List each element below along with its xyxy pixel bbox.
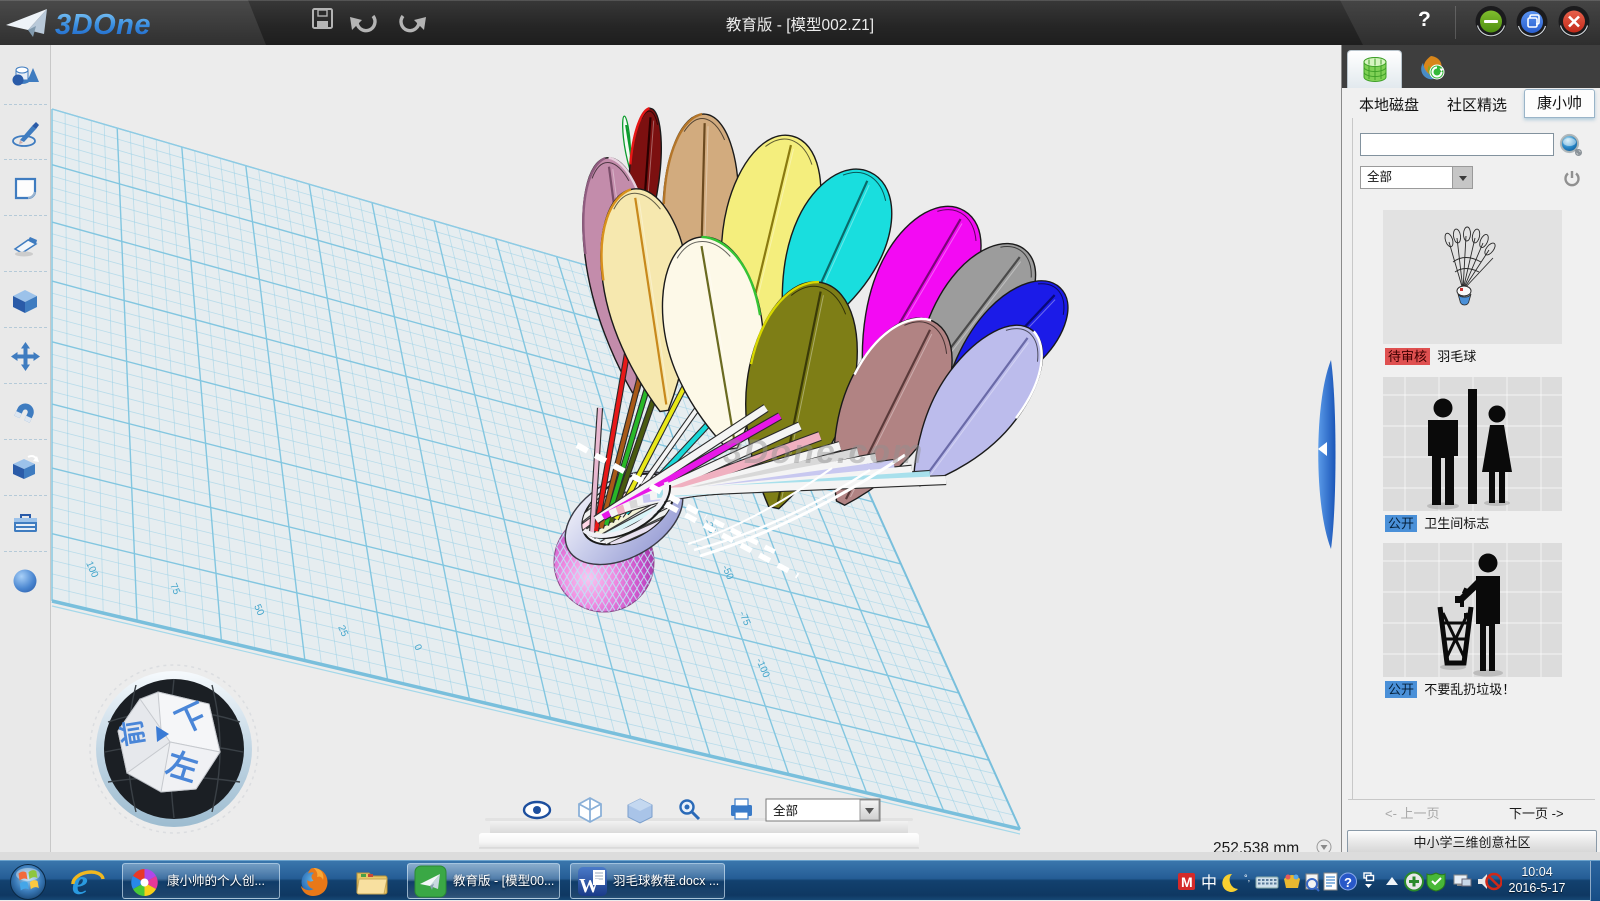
- svg-text:M: M: [1181, 874, 1193, 890]
- svg-text:前: 前: [116, 718, 150, 748]
- svg-text:3Done.com: 3Done.com: [723, 433, 924, 471]
- svg-text:°,: °,: [1244, 873, 1250, 883]
- svg-text:全部: 全部: [773, 803, 798, 818]
- svg-text:?: ?: [1344, 875, 1352, 890]
- svg-text:W: W: [579, 875, 599, 897]
- svg-text:3DOne: 3DOne: [55, 9, 151, 41]
- svg-text:中: 中: [1201, 874, 1217, 892]
